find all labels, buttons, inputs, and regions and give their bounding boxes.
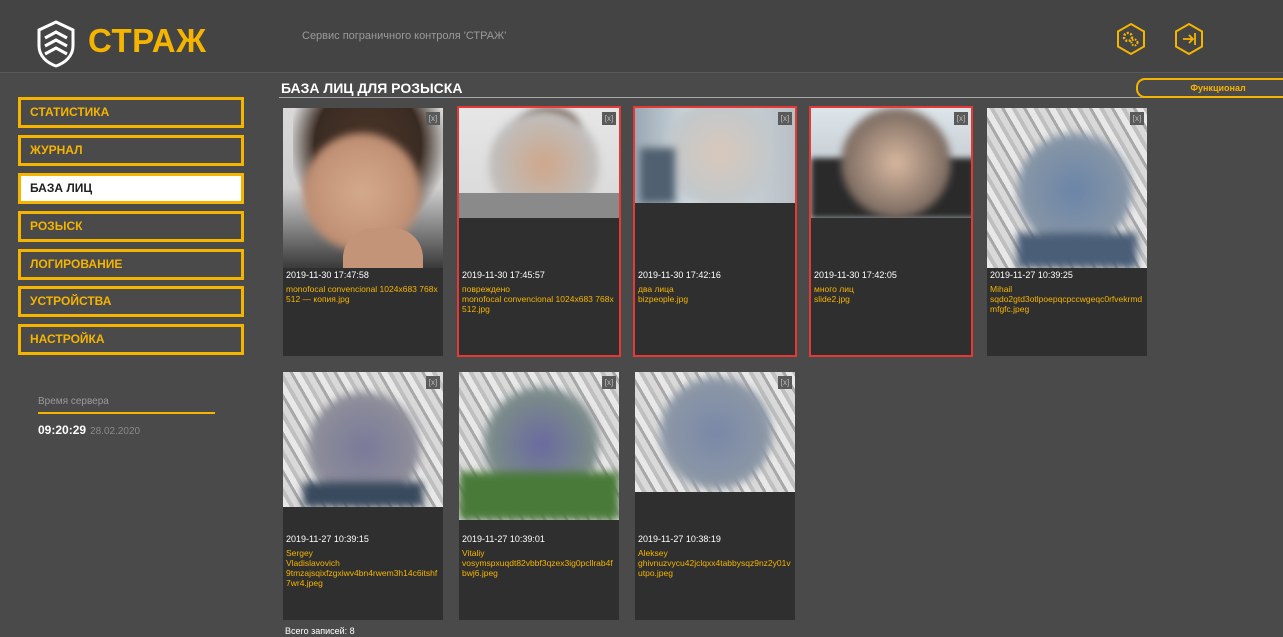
remove-card-button[interactable]: [x]: [602, 376, 616, 389]
card-filename: slide2.jpg: [814, 294, 850, 304]
divider: [38, 412, 215, 414]
face-card[interactable]: [x] 2019-11-27 10:39:01 Vitaliy vosymspx…: [459, 372, 619, 620]
card-name: Vitaliy: [462, 548, 485, 558]
sidebar-item-settings[interactable]: НАСТРОЙКА: [18, 324, 244, 355]
card-filename: 9tmzajsqixfzgxiwv4bn4rwem3h14c6itshf7wr4…: [286, 568, 438, 588]
face-photo: [459, 108, 619, 218]
sidebar: СТАТИСТИКА ЖУРНАЛ БАЗА ЛИЦ РОЗЫСК ЛОГИРО…: [0, 73, 258, 637]
face-photo: [987, 108, 1147, 268]
remove-card-button[interactable]: [x]: [778, 376, 792, 389]
server-date: 28.02.2020: [90, 426, 141, 437]
page-title: БАЗА ЛИЦ ДЛЯ РОЗЫСКА: [281, 80, 463, 96]
face-photo: [283, 372, 443, 507]
card-meta: 2019-11-27 10:39:15 Sergey Vladislavovic…: [286, 534, 440, 588]
face-card[interactable]: [x] 2019-11-27 10:39:25 Mihail sqdo2gtd3…: [987, 108, 1147, 356]
remove-card-button[interactable]: [x]: [426, 112, 440, 125]
sidebar-item-search[interactable]: РОЗЫСК: [18, 211, 244, 242]
server-time-value: 09:20:29: [38, 423, 87, 437]
face-card[interactable]: [x] 2019-11-30 17:47:58 monofocal conven…: [283, 108, 443, 356]
face-card-flagged[interactable]: [x] 2019-11-30 17:45:57 повреждено monof…: [457, 106, 621, 357]
card-name: Aleksey: [638, 548, 668, 558]
header-bar: СТРАЖ Сервис пограничного контроля 'СТРА…: [0, 0, 1283, 73]
divider: [279, 97, 1159, 98]
card-meta: 2019-11-27 10:39:01 Vitaliy vosymspxuqdt…: [462, 534, 616, 578]
card-meta: 2019-11-30 17:45:57 повреждено monofocal…: [462, 270, 616, 314]
card-timestamp: 2019-11-27 10:39:15: [286, 534, 369, 544]
logo-text: СТРАЖ: [88, 22, 207, 59]
card-meta: 2019-11-27 10:39:25 Mihail sqdo2gtd3otlp…: [990, 270, 1144, 314]
settings-gear-icon[interactable]: [1114, 22, 1148, 56]
face-card-flagged[interactable]: [x] 2019-11-30 17:42:16 два лица bizpeop…: [633, 106, 797, 357]
server-time: 09:20:29 28.02.2020: [38, 423, 140, 437]
card-timestamp: 2019-11-30 17:47:58: [286, 270, 369, 280]
server-time-label: Время сервера: [38, 396, 109, 407]
card-meta: 2019-11-27 10:38:19 Aleksey ghivnuzvycu4…: [638, 534, 792, 578]
card-timestamp: 2019-11-30 17:45:57: [462, 270, 545, 280]
sidebar-item-logging[interactable]: ЛОГИРОВАНИЕ: [18, 249, 244, 280]
remove-card-button[interactable]: [x]: [602, 112, 616, 125]
card-meta: 2019-11-30 17:47:58 monofocal convencion…: [286, 270, 440, 304]
face-card[interactable]: [x] 2019-11-27 10:38:19 Aleksey ghivnuzv…: [635, 372, 795, 620]
face-card[interactable]: [x] 2019-11-27 10:39:15 Sergey Vladislav…: [283, 372, 443, 620]
card-patronymic: Vladislavovich: [286, 558, 340, 568]
remove-card-button[interactable]: [x]: [1130, 112, 1144, 125]
sidebar-item-face-base[interactable]: БАЗА ЛИЦ: [18, 173, 244, 204]
card-status: два лица: [638, 284, 674, 294]
card-filename: monofocal convencional 1024x683 768x512 …: [286, 284, 438, 304]
card-timestamp: 2019-11-27 10:38:19: [638, 534, 721, 544]
face-card-flagged[interactable]: [x] 2019-11-30 17:42:05 много лиц slide2…: [809, 106, 973, 357]
card-filename: monofocal convencional 1024x683 768x512.…: [462, 294, 614, 314]
card-timestamp: 2019-11-27 10:39:01: [462, 534, 545, 544]
card-filename: ghivnuzvycu42jclqxx4tabbysqz9nz2y01vutpo…: [638, 558, 791, 578]
logout-icon[interactable]: [1172, 22, 1206, 56]
sidebar-item-journal[interactable]: ЖУРНАЛ: [18, 135, 244, 166]
total-records: Всего записей: 8: [285, 626, 355, 636]
card-timestamp: 2019-11-30 17:42:16: [638, 270, 721, 280]
card-filename: sqdo2gtd3otlpoepqcpccwgeqc0rfvekrmdmfgfc…: [990, 294, 1143, 314]
face-photo: [635, 372, 795, 492]
face-photo: [635, 108, 795, 203]
shield-logo-icon: [37, 20, 75, 68]
remove-card-button[interactable]: [x]: [426, 376, 440, 389]
sidebar-item-statistics[interactable]: СТАТИСТИКА: [18, 97, 244, 128]
card-timestamp: 2019-11-30 17:42:05: [814, 270, 897, 280]
service-title: Сервис пограничного контроля 'СТРАЖ': [302, 30, 507, 42]
card-filename: bizpeople.jpg: [638, 294, 689, 304]
face-photo: [811, 108, 971, 218]
card-name: Sergey: [286, 548, 313, 558]
remove-card-button[interactable]: [x]: [778, 112, 792, 125]
main-content: БАЗА ЛИЦ ДЛЯ РОЗЫСКА Функционал [x] 2019…: [258, 73, 1283, 637]
remove-card-button[interactable]: [x]: [954, 112, 968, 125]
face-photo: [459, 372, 619, 520]
card-timestamp: 2019-11-27 10:39:25: [990, 270, 1073, 280]
card-status: повреждено: [462, 284, 510, 294]
card-status: много лиц: [814, 284, 854, 294]
functional-button[interactable]: Функционал: [1136, 78, 1283, 98]
card-filename: vosymspxuqdt82vbbf3qzex3ig0pcllrab4fbwj6…: [462, 558, 613, 578]
card-meta: 2019-11-30 17:42:16 два лица bizpeople.j…: [638, 270, 792, 304]
sidebar-item-devices[interactable]: УСТРОЙСТВА: [18, 286, 244, 317]
card-name: Mihail: [990, 284, 1013, 294]
face-photo: [283, 108, 443, 268]
card-meta: 2019-11-30 17:42:05 много лиц slide2.jpg: [814, 270, 968, 304]
